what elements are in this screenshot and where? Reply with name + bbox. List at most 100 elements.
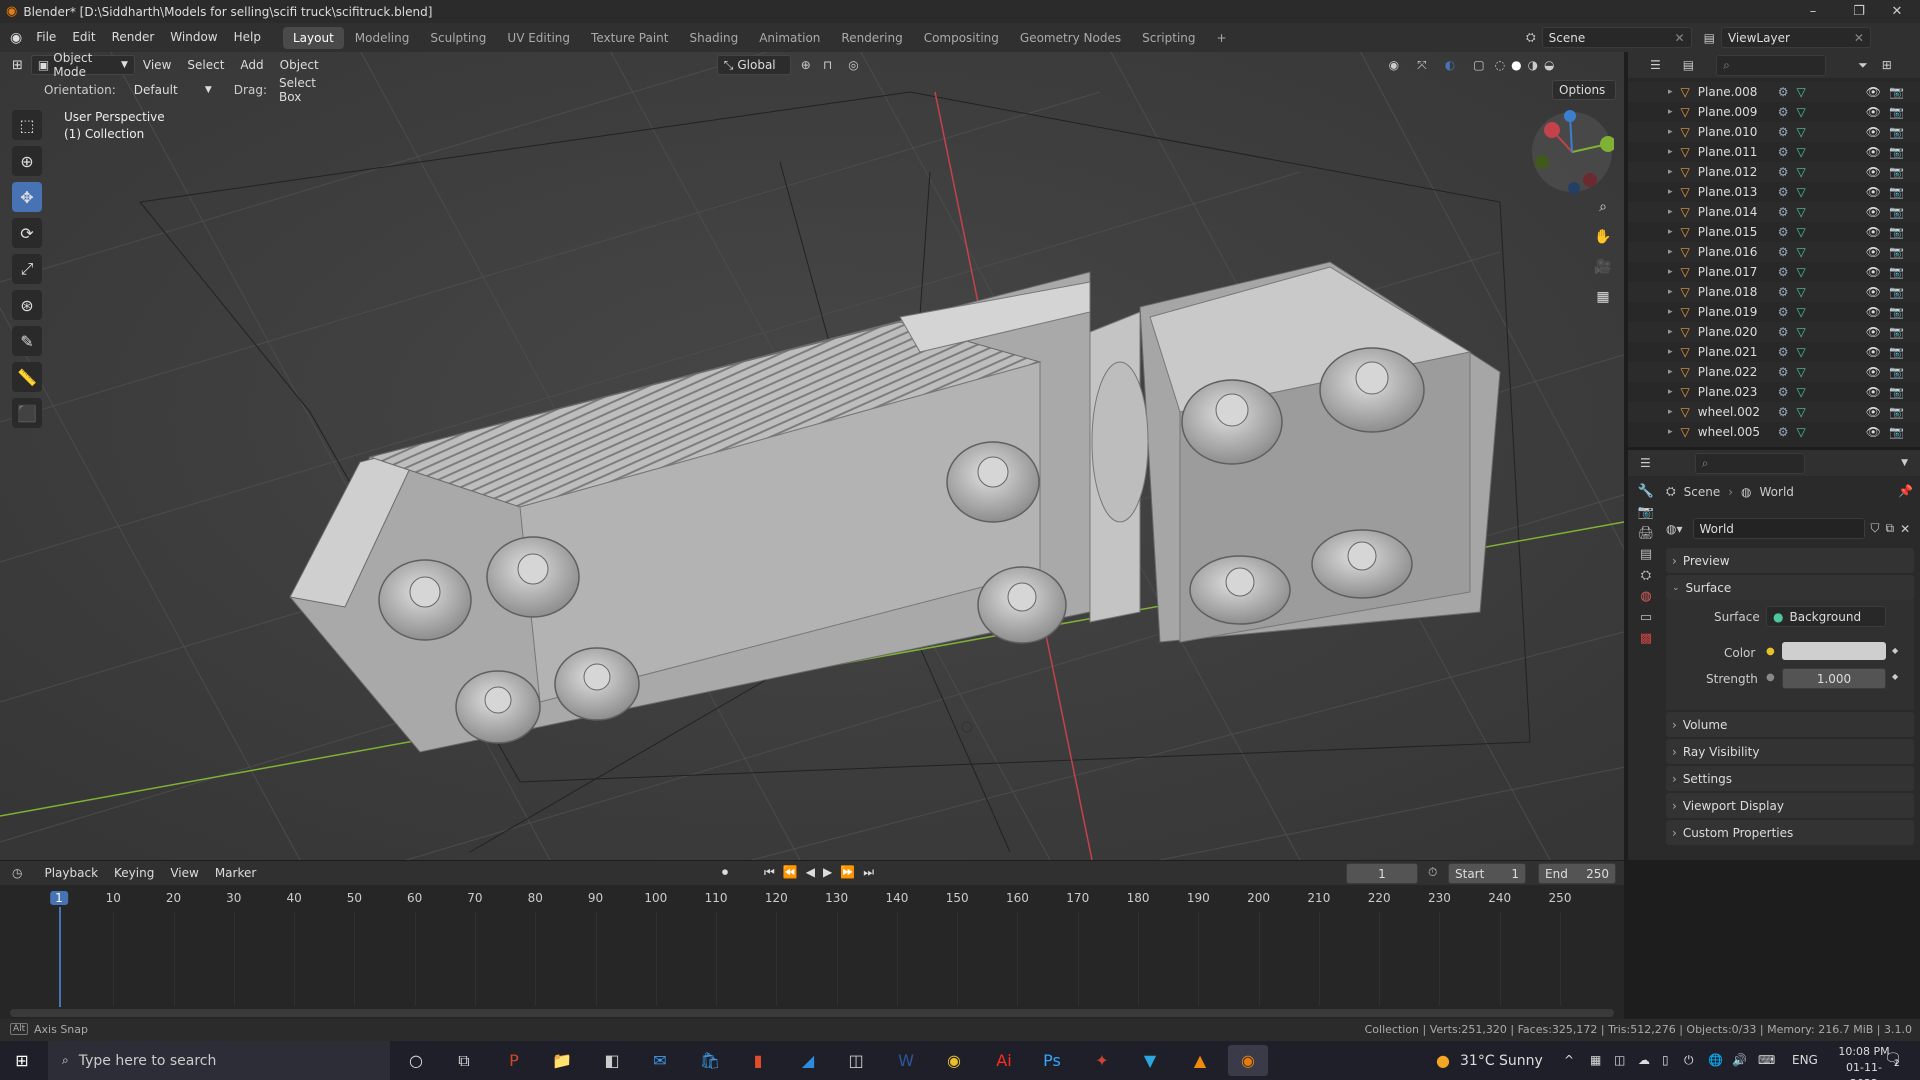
- outliner-item-label[interactable]: Plane.011: [1698, 145, 1772, 159]
- photoshop-icon[interactable]: Ps: [1032, 1045, 1072, 1076]
- tool-tab-icon[interactable]: 🔧: [1638, 484, 1654, 499]
- outliner-item[interactable]: ▸ ▽ Plane.009 ⚙ ▽ 👁 📷: [1628, 102, 1920, 122]
- xray-icon[interactable]: ▢: [1473, 58, 1484, 72]
- eye-icon[interactable]: 👁: [1866, 185, 1881, 199]
- powerpoint-icon[interactable]: P: [494, 1045, 534, 1076]
- modifier-icon[interactable]: ⚙: [1778, 165, 1789, 179]
- display-mode-icon[interactable]: ▤: [1683, 58, 1694, 72]
- outliner-item[interactable]: ▸ ▽ Plane.013 ⚙ ▽ 👁 📷: [1628, 182, 1920, 202]
- mesh-data-icon[interactable]: ▽: [1797, 145, 1806, 159]
- weather-icon[interactable]: ●: [1436, 1051, 1450, 1070]
- tab-layout[interactable]: Layout: [282, 26, 344, 49]
- expand-arrow-icon[interactable]: ▸: [1668, 367, 1673, 377]
- close-button[interactable]: ✕: [1874, 0, 1920, 23]
- panel-surface[interactable]: ⌄ Surface: [1666, 575, 1914, 600]
- keyframe-icon[interactable]: ◆: [1892, 672, 1898, 681]
- mesh-data-icon[interactable]: ▽: [1797, 285, 1806, 299]
- outliner-item[interactable]: ▸ ▽ wheel.005 ⚙ ▽ 👁 📷: [1628, 422, 1920, 442]
- annotate-tool-icon[interactable]: ✎: [12, 326, 42, 356]
- task-view-icon[interactable]: ⧉: [444, 1045, 484, 1076]
- outliner-item-label[interactable]: Plane.019: [1698, 305, 1772, 319]
- outliner-item[interactable]: ▸ ▽ wheel.002 ⚙ ▽ 👁 📷: [1628, 402, 1920, 422]
- camera-render-icon[interactable]: 📷: [1889, 105, 1904, 119]
- word-icon[interactable]: W: [886, 1045, 926, 1076]
- chevron-down-icon[interactable]: ▼: [1901, 458, 1908, 468]
- outliner-item-label[interactable]: Plane.014: [1698, 205, 1772, 219]
- eye-icon[interactable]: 👁: [1866, 165, 1881, 179]
- panel-collapsed[interactable]: › Viewport Display: [1666, 793, 1914, 818]
- tab-shading[interactable]: Shading: [679, 27, 748, 49]
- measure-tool-icon[interactable]: 📏: [12, 362, 42, 392]
- timeline-scrollbar[interactable]: [10, 1009, 1614, 1017]
- app-icon[interactable]: ▼: [1130, 1045, 1170, 1076]
- tab-compositing[interactable]: Compositing: [914, 27, 1009, 49]
- photos-icon[interactable]: ◫: [836, 1045, 876, 1076]
- modifier-icon[interactable]: ⚙: [1778, 185, 1789, 199]
- solid-shading-icon[interactable]: ●: [1511, 58, 1521, 72]
- expand-arrow-icon[interactable]: ▸: [1668, 247, 1673, 257]
- eye-icon[interactable]: 👁: [1866, 385, 1881, 399]
- cursor-tool-icon[interactable]: ⊕: [12, 146, 42, 176]
- socket-color-icon[interactable]: ●: [1766, 646, 1775, 657]
- view-layer-close-icon[interactable]: ✕: [1854, 31, 1864, 45]
- app-icon[interactable]: ◧: [592, 1045, 632, 1076]
- vlc-icon[interactable]: ▲: [1180, 1045, 1220, 1076]
- properties-editor-icon[interactable]: ☰: [1640, 456, 1651, 470]
- mail-icon[interactable]: ✉: [640, 1045, 680, 1076]
- modifier-icon[interactable]: ⚙: [1778, 345, 1789, 359]
- viewport-scene[interactable]: [0, 52, 1624, 860]
- eye-icon[interactable]: 👁: [1866, 245, 1881, 259]
- camera-render-icon[interactable]: 📷: [1889, 225, 1904, 239]
- taskbar-search-input[interactable]: ⌕ Type here to search: [48, 1041, 390, 1080]
- render-tab-icon[interactable]: 📷: [1638, 505, 1654, 520]
- expand-arrow-icon[interactable]: ▸: [1668, 347, 1673, 357]
- outliner-item-label[interactable]: Plane.013: [1698, 185, 1772, 199]
- illustrator-icon[interactable]: Ai: [984, 1045, 1024, 1076]
- tray-chevron-icon[interactable]: ^: [1564, 1053, 1574, 1067]
- camera-render-icon[interactable]: 📷: [1889, 425, 1904, 439]
- mesh-data-icon[interactable]: ▽: [1797, 125, 1806, 139]
- eye-icon[interactable]: 👁: [1866, 405, 1881, 419]
- modifier-icon[interactable]: ⚙: [1778, 365, 1789, 379]
- expand-arrow-icon[interactable]: ▸: [1668, 187, 1673, 197]
- outliner-item-label[interactable]: Plane.010: [1698, 125, 1772, 139]
- outliner-item[interactable]: ▸ ▽ Plane.012 ⚙ ▽ 👁 📷: [1628, 162, 1920, 182]
- material-shading-icon[interactable]: ◑: [1528, 58, 1538, 72]
- eye-icon[interactable]: 👁: [1866, 365, 1881, 379]
- mesh-data-icon[interactable]: ▽: [1797, 85, 1806, 99]
- mesh-data-icon[interactable]: ▽: [1797, 365, 1806, 379]
- tab-rendering[interactable]: Rendering: [831, 27, 912, 49]
- office-icon[interactable]: ▮: [738, 1045, 778, 1076]
- mesh-data-icon[interactable]: ▽: [1797, 385, 1806, 399]
- windows-start-icon[interactable]: ⊞: [2, 1045, 42, 1076]
- eye-icon[interactable]: 👁: [1866, 425, 1881, 439]
- outliner-item-label[interactable]: Plane.023: [1698, 385, 1772, 399]
- transform-tool-icon[interactable]: ⊛: [12, 290, 42, 320]
- outliner-item-label[interactable]: wheel.002: [1698, 405, 1772, 419]
- mesh-data-icon[interactable]: ▽: [1797, 305, 1806, 319]
- rendered-shading-icon[interactable]: ◒: [1544, 58, 1554, 72]
- expand-arrow-icon[interactable]: ▸: [1668, 327, 1673, 337]
- expand-arrow-icon[interactable]: ▸: [1668, 127, 1673, 137]
- outliner-item[interactable]: ▸ ▽ Plane.019 ⚙ ▽ 👁 📷: [1628, 302, 1920, 322]
- camera-render-icon[interactable]: 📷: [1889, 205, 1904, 219]
- eye-icon[interactable]: 👁: [1866, 105, 1881, 119]
- outliner-item[interactable]: ▸ ▽ Plane.022 ⚙ ▽ 👁 📷: [1628, 362, 1920, 382]
- eye-icon[interactable]: 👁: [1866, 145, 1881, 159]
- proportional-edit-icon[interactable]: ◎: [848, 58, 858, 72]
- expand-arrow-icon[interactable]: ▸: [1668, 407, 1673, 417]
- orientation-selector[interactable]: Default ▼: [128, 80, 218, 100]
- outliner-item-label[interactable]: Plane.015: [1698, 225, 1772, 239]
- expand-arrow-icon[interactable]: ▸: [1668, 267, 1673, 277]
- camera-render-icon[interactable]: 📷: [1889, 85, 1904, 99]
- outliner-item-label[interactable]: Plane.008: [1698, 85, 1772, 99]
- outliner-item[interactable]: ▸ ▽ Plane.011 ⚙ ▽ 👁 📷: [1628, 142, 1920, 162]
- eye-icon[interactable]: 👁: [1866, 325, 1881, 339]
- menu-file[interactable]: File: [28, 23, 64, 52]
- camera-render-icon[interactable]: 📷: [1889, 265, 1904, 279]
- tab-modeling[interactable]: Modeling: [345, 27, 420, 49]
- camera-render-icon[interactable]: 📷: [1889, 305, 1904, 319]
- modifier-icon[interactable]: ⚙: [1778, 325, 1789, 339]
- outliner-item[interactable]: ▸ ▽ Plane.010 ⚙ ▽ 👁 📷: [1628, 122, 1920, 142]
- viewport-menu-view[interactable]: View: [135, 52, 179, 80]
